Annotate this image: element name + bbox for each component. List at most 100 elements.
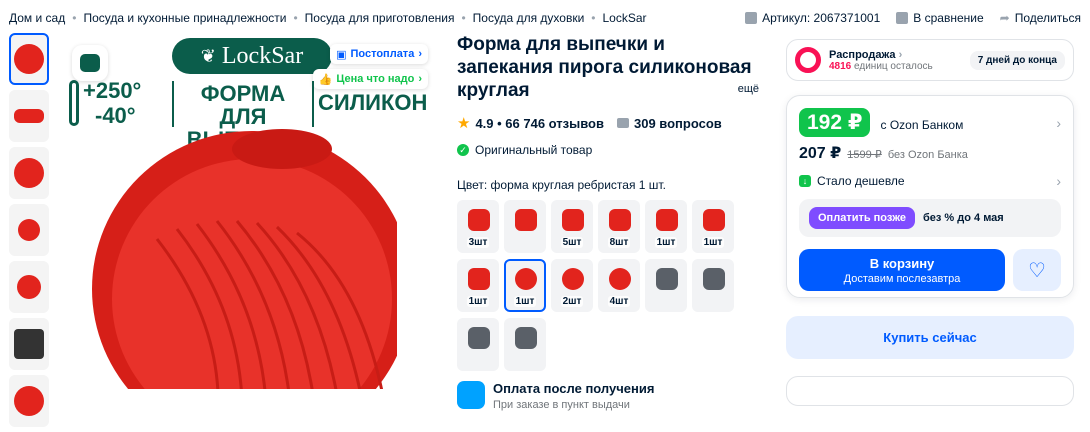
color-swatch[interactable] xyxy=(504,200,546,253)
color-swatch[interactable]: 4шт xyxy=(598,259,640,312)
pay-later-row: Оплатить позже без % до 4 мая xyxy=(799,199,1061,237)
questions-icon xyxy=(616,118,629,128)
rating-row[interactable]: ★ 4.9 • 66 746 отзывов 309 вопросов xyxy=(457,114,763,132)
pay-after-info[interactable]: Оплата после получения При заказе в пункт… xyxy=(457,381,763,411)
ozon-bank-price: 192 ₽ xyxy=(799,108,871,137)
gallery-thumbnails xyxy=(9,33,51,432)
thermometer-icon xyxy=(69,80,79,126)
postpay-icon: ▣ xyxy=(336,48,347,61)
hero-material: СИЛИКОН xyxy=(318,90,428,115)
gallery-thumbnail[interactable] xyxy=(9,204,49,256)
swatch-label: 5шт xyxy=(560,237,584,248)
buy-now-button[interactable]: Купить сейчас xyxy=(786,316,1074,359)
star-icon: ★ xyxy=(457,115,471,132)
chevron-right-icon: › xyxy=(418,73,422,85)
swatch-image xyxy=(562,209,584,231)
postpay-badge[interactable]: ▣ Постоплата › xyxy=(330,44,428,64)
swatch-image xyxy=(515,209,537,231)
leaf-icon: ❦ xyxy=(200,45,216,66)
sale-progress-icon xyxy=(795,47,821,73)
chat-icon xyxy=(745,12,758,24)
wallet-icon xyxy=(457,381,485,409)
chevron-right-icon: › xyxy=(898,48,903,61)
questions-link[interactable]: 309 вопросов xyxy=(634,116,722,131)
swatch-image xyxy=(468,209,490,231)
chevron-right-icon: › xyxy=(1056,114,1061,131)
swatch-image xyxy=(609,209,631,231)
swatch-image xyxy=(703,268,725,290)
share-icon: ➦ xyxy=(999,11,1010,25)
gallery-thumbnail[interactable] xyxy=(9,90,49,142)
buy-card: 192 ₽ с Ozon Банком › 207 ₽ 1599 ₽ без O… xyxy=(786,95,1074,298)
color-swatch[interactable] xyxy=(645,259,687,312)
sale-banner[interactable]: Распродажа › 4816 единиц осталось 7 дней… xyxy=(786,39,1074,81)
gallery-thumbnail[interactable] xyxy=(9,33,49,85)
compare-icon xyxy=(896,12,909,24)
swatch-image xyxy=(468,327,490,349)
thumbs-up-icon: 👍 xyxy=(318,73,333,86)
swatch-label: 4шт xyxy=(607,296,631,307)
temperature-range: +250° -40° xyxy=(69,78,141,128)
color-swatch[interactable]: 8шт xyxy=(598,200,640,253)
share-button[interactable]: ➦ Поделиться xyxy=(1000,11,1081,25)
swatch-label: 1шт xyxy=(513,296,537,307)
baking-pan-image xyxy=(92,129,397,389)
product-main-image[interactable]: ❦ LockSar ▣ Постоплата › 👍 Цена что надо › +2… xyxy=(64,33,434,389)
color-label: Цвет: форма круглая ребристая 1 шт. xyxy=(457,178,666,192)
gallery-thumbnail[interactable] xyxy=(9,375,49,427)
gallery-thumbnail[interactable] xyxy=(9,318,49,370)
swatch-image xyxy=(515,268,537,290)
good-price-badge[interactable]: 👍 Цена что надо › xyxy=(312,69,428,89)
swatch-image xyxy=(656,268,678,290)
gallery-thumbnail[interactable] xyxy=(9,261,49,313)
chevron-right-icon: › xyxy=(418,48,422,60)
add-to-cart-button[interactable]: В корзину Доставим послезавтра xyxy=(799,249,1005,291)
swatch-label: 1шт xyxy=(654,237,678,248)
color-swatch[interactable]: 1шт xyxy=(645,200,687,253)
breadcrumb-item[interactable]: Посуда для приготовления xyxy=(305,11,455,25)
color-swatch[interactable] xyxy=(692,259,734,312)
swatch-label: 1шт xyxy=(466,296,490,307)
check-icon: ✓ xyxy=(457,144,469,156)
more-link[interactable]: ещё xyxy=(738,78,759,101)
product-title: Форма для выпечки и запекания пирога сил… xyxy=(457,34,759,101)
compare-button[interactable]: В сравнение xyxy=(896,11,984,25)
swatch-image xyxy=(562,268,584,290)
article-number[interactable]: Артикул: 2067371001 xyxy=(745,11,880,25)
pay-later-button[interactable]: Оплатить позже xyxy=(809,207,915,229)
breadcrumb-item[interactable]: Посуда и кухонные принадлежности xyxy=(83,11,286,25)
brand-logo: ❦ LockSar xyxy=(172,38,332,74)
swatch-label: 8шт xyxy=(607,237,631,248)
regular-price-row: 207 ₽ 1599 ₽ без Ozon Банка xyxy=(799,145,968,162)
color-swatch[interactable]: 3шт xyxy=(457,200,499,253)
breadcrumb: Дом и сад • Посуда и кухонные принадлежно… xyxy=(9,11,1081,25)
breadcrumb-item[interactable]: Дом и сад xyxy=(9,11,65,25)
swatch-label: 3шт xyxy=(466,237,490,248)
heart-icon: ♡ xyxy=(1028,259,1046,282)
swatch-image xyxy=(703,209,725,231)
color-swatch[interactable]: 1шт xyxy=(457,259,499,312)
color-swatch[interactable]: 5шт xyxy=(551,200,593,253)
info-card xyxy=(786,376,1074,406)
swatch-image xyxy=(468,268,490,290)
chevron-right-icon: › xyxy=(1056,173,1061,189)
color-swatch[interactable]: 2шт xyxy=(551,259,593,312)
price-drop-row[interactable]: ↓ Стало дешевле › xyxy=(799,173,1061,189)
sale-days-left: 7 дней до конца xyxy=(969,50,1065,70)
breadcrumb-item[interactable]: Посуда для духовки xyxy=(473,11,585,25)
color-swatch[interactable] xyxy=(504,318,546,371)
gallery-thumbnail[interactable] xyxy=(9,147,49,199)
original-badge[interactable]: ✓ Оригинальный товар xyxy=(457,143,763,157)
swatch-image xyxy=(609,268,631,290)
color-swatch[interactable]: 1шт xyxy=(692,200,734,253)
favorite-button[interactable]: ♡ xyxy=(1013,249,1061,291)
swatch-label: 1шт xyxy=(701,237,725,248)
swatch-label: 2шт xyxy=(560,296,584,307)
color-swatches: 3шт 5шт 8шт 1шт 1шт 1шт 1шт 2шт 4шт xyxy=(457,200,763,371)
color-swatch[interactable]: 1шт xyxy=(504,259,546,312)
breadcrumb-item[interactable]: LockSar xyxy=(602,11,646,25)
photo-search-icon[interactable] xyxy=(72,45,108,81)
ozon-price-row[interactable]: 192 ₽ с Ozon Банком › xyxy=(799,108,1061,137)
product-info: Форма для выпечки и запекания пирога сил… xyxy=(457,33,763,411)
color-swatch[interactable] xyxy=(457,318,499,371)
